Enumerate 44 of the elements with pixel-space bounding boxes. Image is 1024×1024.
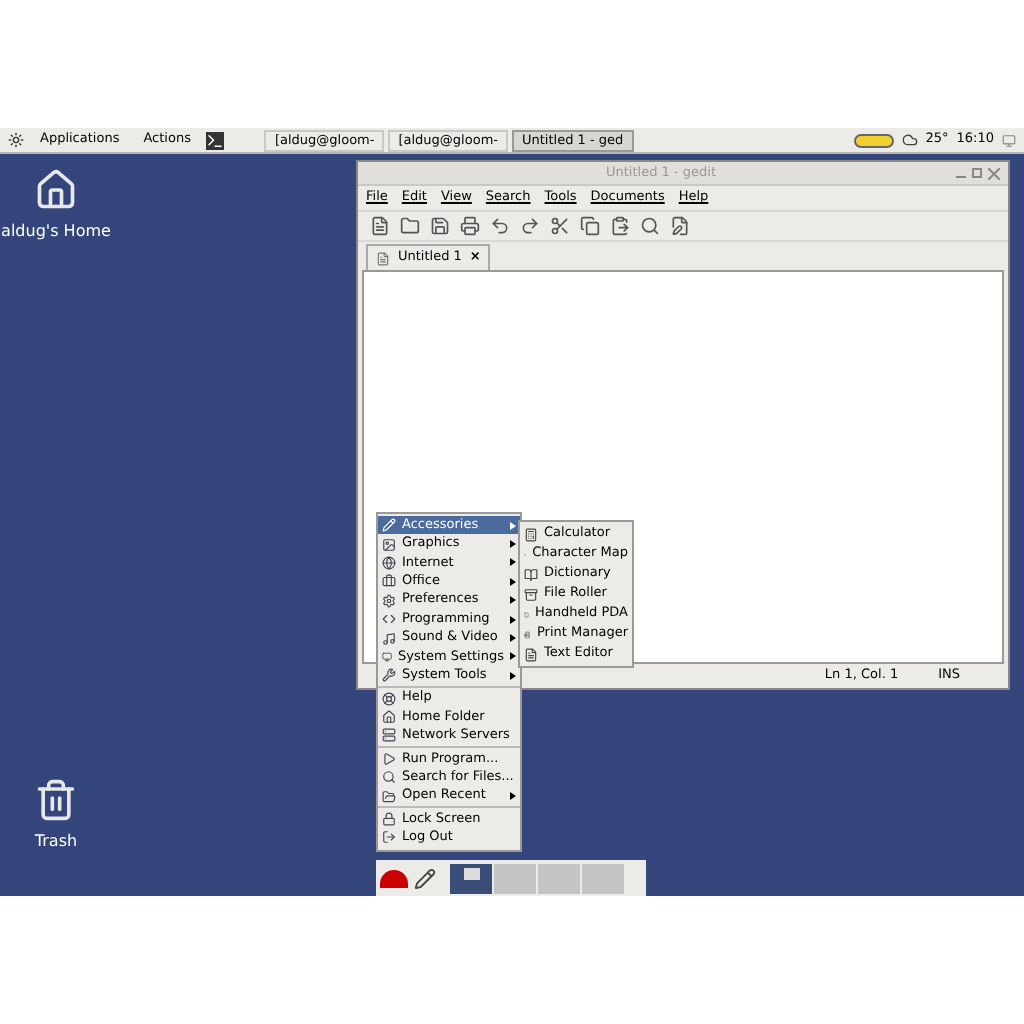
lifebuoy-icon [382, 691, 396, 706]
pencil-icon[interactable] [414, 867, 436, 889]
terminal-icon[interactable] [206, 131, 225, 149]
archive-icon [524, 587, 538, 601]
play-icon [382, 751, 396, 766]
scissors-icon[interactable] [550, 216, 570, 236]
monitor-icon [382, 649, 393, 664]
briefcase-icon [382, 574, 396, 589]
cloud-icon [901, 132, 918, 148]
trash-can-icon[interactable] [34, 778, 78, 822]
book-icon [524, 567, 538, 581]
edit-document-icon[interactable] [670, 216, 690, 236]
redo-icon[interactable] [520, 216, 540, 236]
desktop-icon-label[interactable]: Trash [34, 830, 78, 854]
music-icon [382, 631, 396, 646]
search-icon [382, 770, 396, 785]
logout-icon [382, 830, 396, 845]
maximize-icon[interactable] [972, 167, 982, 177]
copy-icon[interactable] [580, 216, 600, 236]
folder-icon[interactable] [400, 216, 420, 236]
house-icon [382, 710, 396, 725]
document-icon [376, 251, 390, 265]
globe-icon [382, 555, 396, 570]
hat-icon[interactable] [380, 869, 408, 887]
image-icon [382, 537, 396, 552]
workspace-button[interactable] [450, 863, 492, 893]
close-icon[interactable] [988, 167, 1000, 179]
save-icon[interactable] [430, 216, 450, 236]
pencil-icon [382, 518, 396, 533]
code-icon [382, 612, 396, 627]
gear-icon [382, 593, 396, 608]
wrench-icon [382, 668, 396, 683]
document-icon [524, 647, 538, 661]
paste-icon[interactable] [610, 216, 630, 236]
calculator-icon [524, 527, 538, 541]
new-file-icon[interactable] [370, 216, 390, 236]
undo-icon[interactable] [490, 216, 510, 236]
server-icon [382, 728, 396, 743]
search-icon[interactable] [640, 216, 660, 236]
desktop-icon-label[interactable]: aldug's Home [1, 220, 111, 244]
battery-icon [853, 133, 894, 147]
folder-icon [382, 789, 396, 804]
lock-icon [382, 812, 396, 827]
house-icon[interactable] [34, 168, 78, 212]
